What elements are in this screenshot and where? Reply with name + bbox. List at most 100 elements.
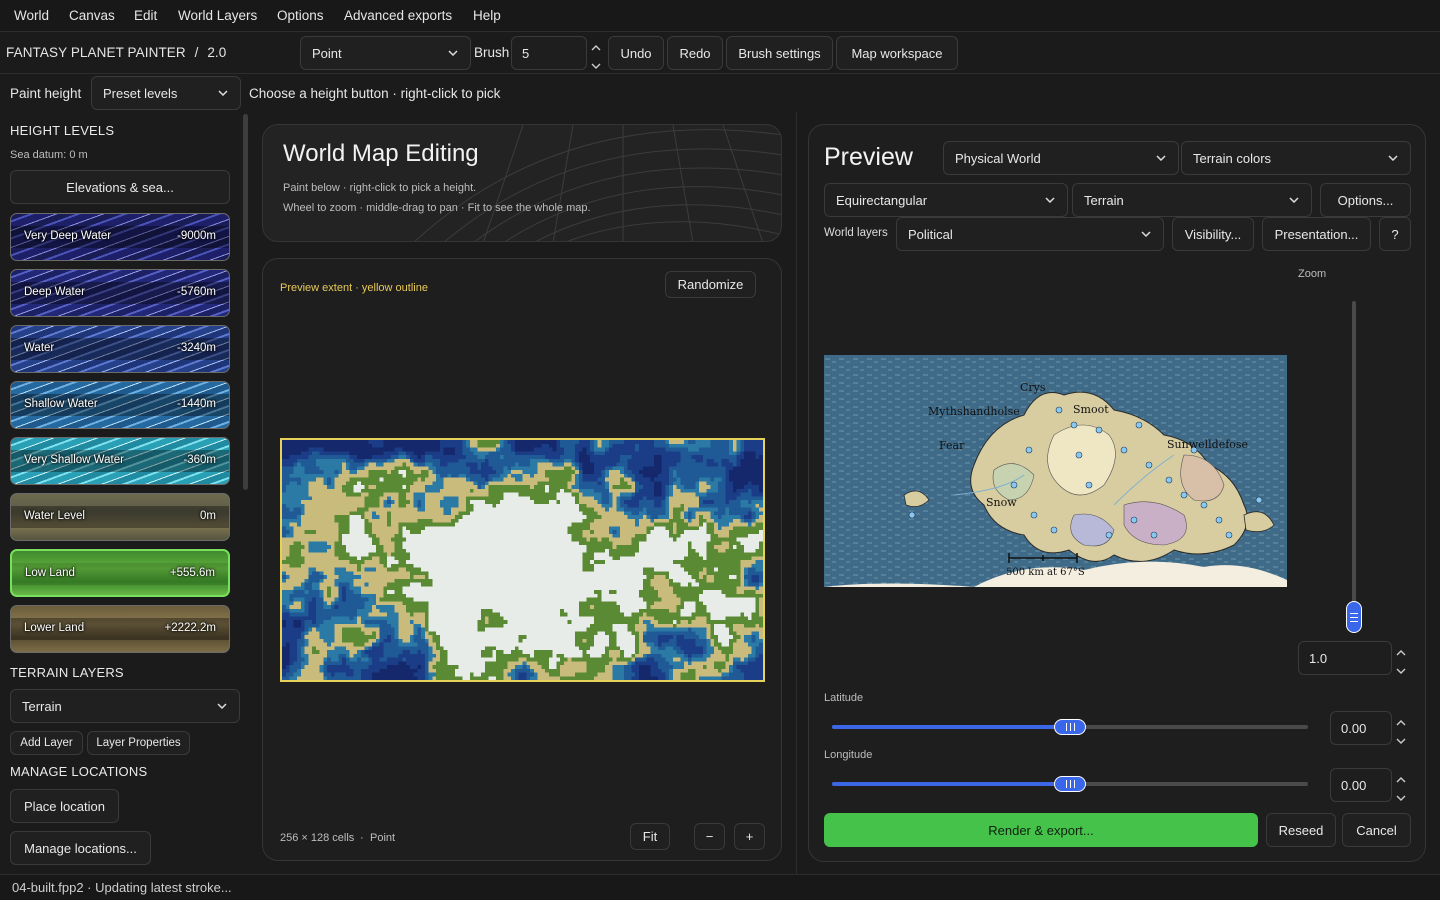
terrain-layers-title: TERRAIN LAYERS (10, 665, 124, 680)
menu-advanced-exports[interactable]: Advanced exports (344, 8, 452, 23)
height-level-very-shallow-water[interactable]: Very Shallow Water -360m (10, 437, 230, 485)
latitude-stepper[interactable] (1395, 715, 1407, 744)
visibility-button[interactable]: Visibility... (1172, 217, 1254, 251)
height-level-water[interactable]: Water -3240m (10, 325, 230, 373)
map-style-select[interactable]: Physical World (943, 141, 1179, 175)
stepper-down-icon[interactable] (590, 58, 602, 69)
preview-map-image[interactable]: Crys Mythshandholse Smoot Fear Sunwellde… (824, 355, 1287, 587)
paint-hint: Choose a height button · right-click to … (249, 86, 501, 101)
longitude-stepper[interactable] (1395, 772, 1407, 801)
zoom-out-button[interactable]: − (694, 823, 725, 850)
left-panel: HEIGHT LEVELS Sea datum: 0 m Elevations … (0, 112, 250, 874)
level-value: 0m (200, 510, 216, 522)
undo-button[interactable]: Undo (608, 36, 664, 70)
brush-settings-button[interactable]: Brush settings (726, 36, 833, 70)
editor-canvas-panel: Preview extent · yellow outline Randomiz… (262, 258, 782, 861)
brush-size-input[interactable]: 5 (511, 36, 587, 70)
height-levels-title: HEIGHT LEVELS (10, 123, 115, 138)
menu-help[interactable]: Help (473, 8, 501, 23)
place-location-button[interactable]: Place location (10, 789, 119, 823)
stepper-up-icon[interactable] (1395, 645, 1407, 656)
preview-layer-select[interactable]: Terrain (1072, 183, 1312, 217)
world-layers-label: World layers (824, 227, 888, 239)
manage-locations-button[interactable]: Manage locations... (10, 831, 151, 865)
height-level-lower-land[interactable]: Lower Land +2222.2m (10, 605, 230, 653)
height-level-very-deep-water[interactable]: Very Deep Water -9000m (10, 213, 230, 261)
stepper-down-icon[interactable] (1395, 790, 1407, 801)
fit-button[interactable]: Fit (630, 823, 670, 850)
longitude-slider-thumb[interactable] (1054, 776, 1086, 792)
paint-height-label: Paint height (10, 86, 82, 101)
level-name: Very Deep Water (24, 230, 112, 242)
add-layer-button[interactable]: Add Layer (10, 731, 83, 755)
left-panel-scrollbar[interactable] (243, 114, 248, 490)
height-level-deep-water[interactable]: Deep Water -5760m (10, 269, 230, 317)
level-value: -1440m (177, 398, 216, 410)
preview-panel: Preview Physical World Terrain colors Eq… (808, 124, 1426, 862)
menu-canvas[interactable]: Canvas (69, 8, 115, 23)
height-map-grid[interactable] (282, 440, 763, 680)
menu-options[interactable]: Options (277, 8, 324, 23)
stepper-up-icon[interactable] (1395, 715, 1407, 726)
stepper-down-icon[interactable] (1395, 663, 1407, 674)
stepper-down-icon[interactable] (1395, 733, 1407, 744)
height-level-low-land[interactable]: Low Land +555.6m (10, 549, 230, 597)
paint-mode-select[interactable]: Preset levels (91, 76, 241, 110)
menu-edit[interactable]: Edit (134, 8, 157, 23)
cancel-button[interactable]: Cancel (1342, 813, 1411, 847)
editor-title: World Map Editing (283, 140, 479, 167)
stepper-up-icon[interactable] (590, 40, 602, 51)
map-place-label: Mythshandholse (928, 405, 1020, 418)
title-separator: / (194, 45, 199, 60)
height-level-water-level[interactable]: Water Level 0m (10, 493, 230, 541)
editor-hint-2: Wheel to zoom · middle-drag to pan · Fit… (283, 202, 591, 214)
help-button[interactable]: ? (1379, 217, 1411, 251)
randomize-button[interactable]: Randomize (665, 271, 756, 298)
tool-select[interactable]: Point (300, 36, 471, 70)
world-layers-select[interactable]: Political (896, 217, 1164, 251)
chevron-down-icon (1045, 197, 1055, 203)
brush-size-stepper[interactable] (590, 40, 602, 69)
app-title: FANTASY PLANET PAINTER / 2.0 (6, 45, 226, 60)
chevron-down-icon (1388, 155, 1398, 161)
editor-hint-1: Paint below · right-click to pick a heig… (283, 182, 477, 194)
longitude-input[interactable]: 0.00 (1330, 768, 1392, 802)
brush-label: Brush (474, 45, 510, 60)
map-place-label: Crys (1020, 381, 1046, 394)
color-scheme-select[interactable]: Terrain colors (1181, 141, 1411, 175)
options-button[interactable]: Options... (1320, 183, 1411, 217)
chevron-down-icon (1289, 197, 1299, 203)
menu-world[interactable]: World (14, 8, 49, 23)
map-place-label: Sunwelldefose (1167, 438, 1248, 451)
status-text: 04-built.fpp2 · Updating latest stroke..… (12, 880, 232, 895)
render-export-button[interactable]: Render & export... (824, 813, 1258, 847)
layer-properties-button[interactable]: Layer Properties (87, 731, 190, 755)
map-place-label: Snow (986, 496, 1017, 509)
terrain-layer-value: Terrain (22, 698, 62, 714)
preview-title: Preview (824, 143, 913, 171)
world-layers-value: Political (908, 226, 953, 242)
projection-select[interactable]: Equirectangular (824, 183, 1068, 217)
latitude-slider-thumb[interactable] (1054, 719, 1086, 735)
redo-button[interactable]: Redo (667, 36, 723, 70)
map-canvas[interactable] (280, 438, 765, 682)
zoom-in-button[interactable]: + (734, 823, 765, 850)
elevations-sea-button[interactable]: Elevations & sea... (10, 170, 230, 204)
level-name: Deep Water (24, 286, 85, 298)
zoom-slider-track[interactable] (1352, 301, 1356, 619)
zoom-slider-thumb[interactable] (1346, 601, 1362, 633)
latitude-input[interactable]: 0.00 (1330, 711, 1392, 745)
level-name: Low Land (25, 567, 75, 579)
level-value: -5760m (177, 286, 216, 298)
height-level-shallow-water[interactable]: Shallow Water -1440m (10, 381, 230, 429)
reseed-button[interactable]: Reseed (1266, 813, 1336, 847)
presentation-button[interactable]: Presentation... (1262, 217, 1371, 251)
chevron-down-icon (1156, 155, 1166, 161)
terrain-layer-select[interactable]: Terrain (10, 689, 240, 723)
stepper-up-icon[interactable] (1395, 772, 1407, 783)
panel-divider[interactable] (796, 112, 797, 874)
zoom-stepper[interactable] (1395, 645, 1407, 674)
zoom-input[interactable]: 1.0 (1298, 641, 1392, 675)
map-workspace-button[interactable]: Map workspace (836, 36, 958, 70)
menu-world-layers[interactable]: World Layers (178, 8, 257, 23)
